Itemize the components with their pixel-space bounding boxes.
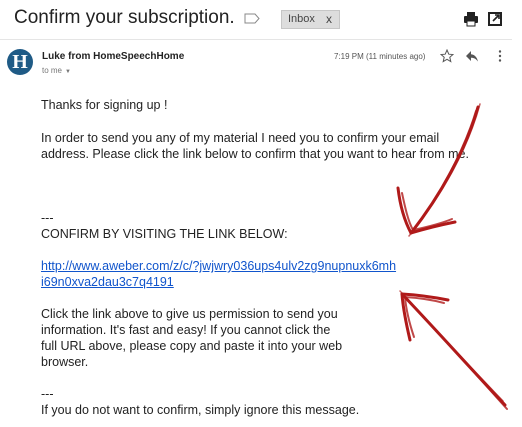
separator-2: ---	[41, 387, 54, 401]
separator-1: ---	[41, 211, 54, 225]
inbox-label-text: Inbox	[288, 13, 315, 25]
instructions-line-3: full URL above, please copy and paste it…	[41, 339, 343, 353]
sender-name[interactable]: Luke from HomeSpeechHome	[42, 51, 184, 62]
more-vert-icon[interactable]	[493, 49, 507, 63]
label-outline-icon[interactable]	[244, 13, 260, 24]
chevron-down-icon[interactable]: ▼	[65, 69, 71, 75]
print-icon[interactable]	[463, 11, 479, 27]
sender-avatar[interactable]: H	[7, 49, 33, 75]
recipient-details[interactable]: to me ▼	[42, 66, 71, 75]
confirm-link-line-2[interactable]: i69n0xva2dau3c7q4191	[41, 274, 174, 290]
recipient-text: to me	[42, 66, 63, 75]
annotation-arrow-lower	[399, 290, 508, 410]
reply-icon[interactable]	[465, 49, 479, 63]
instructions-line-4: browser.	[41, 355, 89, 369]
confirm-link-line-1[interactable]: http://www.aweber.com/z/c/?jwjwry036ups4…	[41, 258, 396, 274]
greeting-text: Thanks for signing up !	[41, 98, 168, 112]
inbox-label-chip: Inbox x	[281, 10, 340, 29]
remove-label-button[interactable]: x	[326, 12, 332, 26]
annotation-arrow-upper	[396, 103, 481, 237]
ignore-message-text: If you do not want to confirm, simply ig…	[41, 403, 360, 417]
intro-line-1: In order to send you any of my material …	[41, 131, 440, 145]
header-divider	[0, 39, 512, 40]
instructions-line-2: information. It's fast and easy! If you …	[41, 323, 331, 337]
open-in-new-window-icon[interactable]	[487, 11, 503, 27]
intro-line-2: address. Please click the link below to …	[41, 147, 469, 161]
confirm-heading: CONFIRM BY VISITING THE LINK BELOW:	[41, 227, 288, 241]
instructions-line-1: Click the link above to give us permissi…	[41, 307, 338, 321]
message-timestamp: 7:19 PM (11 minutes ago)	[334, 52, 426, 61]
star-icon[interactable]	[440, 49, 454, 63]
email-subject: Confirm your subscription.	[14, 7, 235, 28]
